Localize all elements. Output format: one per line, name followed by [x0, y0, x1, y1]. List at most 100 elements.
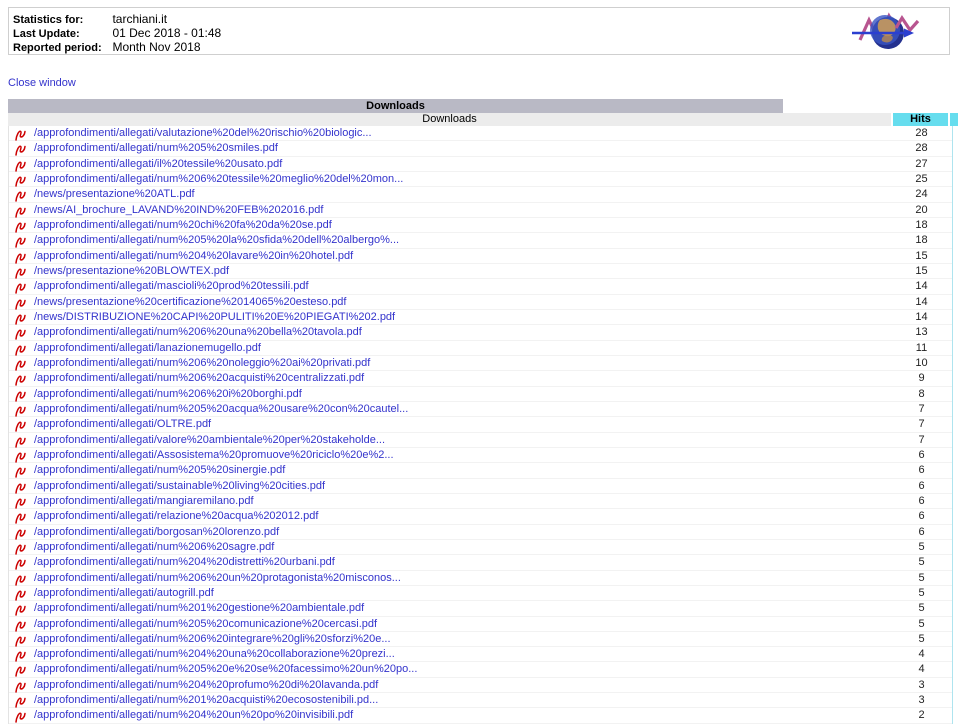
hits-value: 5 — [894, 602, 949, 614]
table-row: /approfondimenti/allegati/num%205%20acqu… — [9, 402, 952, 417]
download-link[interactable]: /approfondimenti/allegati/num%206%20sagr… — [34, 541, 274, 553]
pdf-file-icon — [15, 389, 26, 401]
pdf-file-icon — [15, 619, 26, 631]
download-link[interactable]: /approfondimenti/allegati/Assosistema%20… — [34, 449, 394, 461]
table-row: /news/presentazione%20ATL.pdf 24 — [9, 187, 952, 202]
table-row: /approfondimenti/allegati/num%204%20una%… — [9, 647, 952, 662]
pdf-file-icon — [15, 312, 26, 324]
table-row: /approfondimenti/allegati/num%206%20sagr… — [9, 540, 952, 555]
hits-value: 3 — [894, 694, 949, 706]
hits-value: 20 — [894, 204, 949, 216]
pdf-file-icon — [15, 143, 26, 155]
download-link[interactable]: /approfondimenti/allegati/num%201%20gest… — [34, 602, 364, 614]
column-header-hits: Hits — [893, 113, 948, 126]
download-link[interactable]: /approfondimenti/allegati/num%206%20un%2… — [34, 572, 401, 584]
pdf-file-icon — [15, 404, 26, 416]
download-link[interactable]: /approfondimenti/allegati/num%206%20i%20… — [34, 388, 302, 400]
table-row: /approfondimenti/allegati/il%20tessile%2… — [9, 157, 952, 172]
statistics-for-row: Statistics for: tarchiani.it — [13, 12, 167, 25]
download-link[interactable]: /approfondimenti/allegati/num%206%20acqu… — [34, 372, 364, 384]
download-link[interactable]: /approfondimenti/allegati/num%201%20acqu… — [34, 694, 378, 706]
close-window-link[interactable]: Close window — [8, 77, 76, 89]
hits-value: 5 — [894, 572, 949, 584]
download-link[interactable]: /approfondimenti/allegati/borgosan%20lor… — [34, 526, 279, 538]
table-row: /news/DISTRIBUZIONE%20CAPI%20PULITI%20E%… — [9, 310, 952, 325]
pdf-file-icon — [15, 603, 26, 615]
table-row: /approfondimenti/allegati/Assosistema%20… — [9, 448, 952, 463]
hits-value: 6 — [894, 495, 949, 507]
download-link[interactable]: /news/presentazione%20BLOWTEX.pdf — [34, 265, 229, 277]
hits-value: 5 — [894, 556, 949, 568]
hits-value: 14 — [894, 296, 949, 308]
download-link[interactable]: /approfondimenti/allegati/num%206%20inte… — [34, 633, 391, 645]
download-link[interactable]: /approfondimenti/allegati/il%20tessile%2… — [34, 158, 282, 170]
download-link[interactable]: /approfondimenti/allegati/num%204%20dist… — [34, 556, 335, 568]
download-link[interactable]: /approfondimenti/allegati/num%205%20acqu… — [34, 403, 408, 415]
pdf-file-icon — [15, 465, 26, 477]
hits-value: 5 — [894, 618, 949, 630]
pdf-file-icon — [15, 327, 26, 339]
download-link[interactable]: /approfondimenti/allegati/num%204%20lava… — [34, 250, 353, 262]
table-title: Downloads — [8, 99, 783, 113]
pdf-file-icon — [15, 235, 26, 247]
pdf-file-icon — [15, 496, 26, 508]
awstats-logo-icon — [838, 8, 928, 54]
download-link[interactable]: /approfondimenti/allegati/num%205%20smil… — [34, 142, 278, 154]
download-link[interactable]: /approfondimenti/allegati/num%205%20e%20… — [34, 663, 417, 675]
pdf-file-icon — [15, 710, 26, 722]
download-link[interactable]: /approfondimenti/allegati/num%204%20prof… — [34, 679, 378, 691]
pdf-file-icon — [15, 205, 26, 217]
download-link[interactable]: /news/presentazione%20certificazione%201… — [34, 296, 347, 308]
download-link[interactable]: /approfondimenti/allegati/valore%20ambie… — [34, 434, 385, 446]
table-row: /approfondimenti/allegati/num%204%20un%2… — [9, 708, 952, 723]
download-link[interactable]: /approfondimenti/allegati/num%20chi%20fa… — [34, 219, 332, 231]
hits-value: 18 — [894, 234, 949, 246]
table-row: /approfondimenti/allegati/num%204%20lava… — [9, 249, 952, 264]
table-row: /approfondimenti/allegati/valutazione%20… — [9, 126, 952, 141]
table-row: /approfondimenti/allegati/num%205%20smil… — [9, 141, 952, 156]
pdf-file-icon — [15, 634, 26, 646]
download-link[interactable]: /approfondimenti/allegati/num%206%20tess… — [34, 173, 403, 185]
pdf-file-icon — [15, 251, 26, 263]
pdf-file-icon — [15, 358, 26, 370]
download-link[interactable]: /approfondimenti/allegati/sustainable%20… — [34, 480, 325, 492]
download-link[interactable]: /approfondimenti/allegati/valutazione%20… — [34, 127, 372, 139]
pdf-file-icon — [15, 159, 26, 171]
downloads-report-table: Downloads Downloads Hits /approfondiment… — [8, 99, 952, 724]
download-link[interactable]: /approfondimenti/allegati/relazione%20ac… — [34, 510, 318, 522]
pdf-file-icon — [15, 557, 26, 569]
hits-value: 5 — [894, 587, 949, 599]
download-link[interactable]: /approfondimenti/allegati/num%205%20comu… — [34, 618, 377, 630]
download-link[interactable]: /news/DISTRIBUZIONE%20CAPI%20PULITI%20E%… — [34, 311, 395, 323]
table-row: /approfondimenti/allegati/sustainable%20… — [9, 479, 952, 494]
pdf-file-icon — [15, 695, 26, 707]
download-link[interactable]: /approfondimenti/allegati/mangiaremilano… — [34, 495, 254, 507]
download-link[interactable]: /news/AI_brochure_LAVAND%20IND%20FEB%202… — [34, 204, 323, 216]
download-link[interactable]: /approfondimenti/allegati/num%204%20una%… — [34, 648, 395, 660]
table-row: /news/presentazione%20BLOWTEX.pdf 15 — [9, 264, 952, 279]
hits-value: 15 — [894, 250, 949, 262]
hits-value: 6 — [894, 464, 949, 476]
last-update-value: 01 Dec 2018 - 01:48 — [112, 26, 221, 40]
table-row: /approfondimenti/allegati/num%20chi%20fa… — [9, 218, 952, 233]
pdf-file-icon — [15, 297, 26, 309]
download-link[interactable]: /approfondimenti/allegati/mascioli%20pro… — [34, 280, 309, 292]
hits-value: 25 — [894, 173, 949, 185]
download-link[interactable]: /approfondimenti/allegati/num%205%20sine… — [34, 464, 285, 476]
hits-value: 7 — [894, 434, 949, 446]
hits-value: 15 — [894, 265, 949, 277]
table-row: /approfondimenti/allegati/num%201%20acqu… — [9, 693, 952, 708]
download-link[interactable]: /approfondimenti/allegati/OLTRE.pdf — [34, 418, 211, 430]
table-row: /approfondimenti/allegati/num%206%20i%20… — [9, 387, 952, 402]
download-link[interactable]: /approfondimenti/allegati/lanazionemugel… — [34, 342, 261, 354]
download-link[interactable]: /approfondimenti/allegati/num%205%20la%2… — [34, 234, 399, 246]
download-link[interactable]: /news/presentazione%20ATL.pdf — [34, 188, 195, 200]
pdf-file-icon — [15, 419, 26, 431]
download-link[interactable]: /approfondimenti/allegati/num%206%20una%… — [34, 326, 362, 338]
download-link[interactable]: /approfondimenti/allegati/num%206%20nole… — [34, 357, 370, 369]
download-link[interactable]: /approfondimenti/allegati/autogrill.pdf — [34, 587, 214, 599]
table-row: /approfondimenti/allegati/valore%20ambie… — [9, 433, 952, 448]
hits-value: 4 — [894, 648, 949, 660]
hits-value: 14 — [894, 311, 949, 323]
pdf-file-icon — [15, 527, 26, 539]
